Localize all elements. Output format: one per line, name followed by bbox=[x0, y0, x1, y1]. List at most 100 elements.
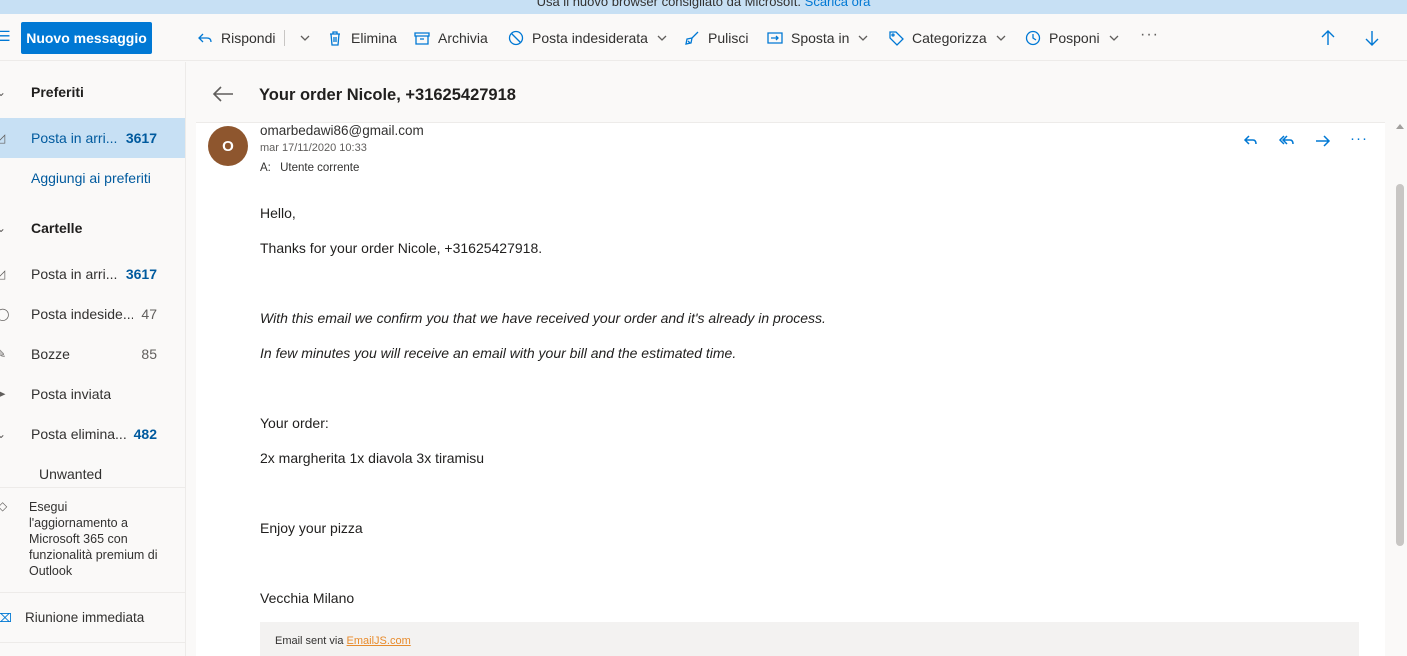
reply-options-dropdown[interactable] bbox=[291, 28, 319, 48]
reply-icon bbox=[1243, 135, 1257, 145]
email-footer: Email sent via EmailJS.com bbox=[260, 622, 1359, 656]
upgrade-promo-link[interactable]: Esegui l'aggiornamento a Microsoft 365 c… bbox=[29, 499, 159, 579]
video-icon: ⌧ bbox=[0, 611, 12, 625]
sidebar-item-unwanted[interactable]: Unwanted bbox=[0, 454, 185, 494]
sidebar-item-label: Posta indeside... bbox=[31, 306, 133, 322]
item-count: 85 bbox=[141, 346, 157, 362]
categorize-label: Categorizza bbox=[912, 30, 987, 46]
body-signature: Vecchia Milano bbox=[260, 590, 355, 606]
sidebar-item-label: Unwanted bbox=[39, 466, 103, 482]
reply-all-action-button[interactable] bbox=[1278, 132, 1296, 150]
reply-icon bbox=[198, 33, 212, 43]
sidebar-item-deleted[interactable]: ⌄ Posta elimina... 482 bbox=[0, 414, 185, 454]
chevron-down-icon bbox=[996, 35, 1006, 41]
sidebar-item-label: Posta elimina... bbox=[31, 426, 127, 442]
banner-download-link[interactable]: Scarica ora bbox=[805, 0, 871, 9]
reading-pane-scrollbar[interactable] bbox=[1393, 122, 1407, 656]
sidebar-divider bbox=[0, 642, 185, 643]
diamond-icon: ◇ bbox=[0, 499, 8, 513]
sidebar-item-inbox[interactable]: ◿ Posta in arri... 3617 bbox=[0, 254, 185, 294]
trash-icon bbox=[330, 31, 340, 46]
footer-text: Email sent via bbox=[275, 635, 344, 647]
banner-text: Usa il nuovo browser consigliato da Micr… bbox=[536, 0, 802, 9]
move-to-label: Sposta in bbox=[791, 30, 850, 46]
previous-message-button[interactable] bbox=[1318, 28, 1338, 48]
hamburger-menu-icon[interactable]: ☰ bbox=[0, 28, 11, 45]
body-thanks: Thanks for your order Nicole, +316254279… bbox=[260, 240, 543, 256]
sidebar-item-label: Posta in arri... bbox=[31, 130, 118, 146]
chevron-down-icon bbox=[657, 35, 667, 41]
message-date: mar 17/11/2020 10:33 bbox=[260, 142, 367, 154]
pencil-icon: ✎ bbox=[0, 347, 7, 361]
delete-button[interactable]: Elimina bbox=[327, 28, 397, 48]
move-to-button[interactable]: Sposta in bbox=[767, 28, 877, 48]
arrow-up-icon bbox=[1321, 30, 1335, 45]
junk-button[interactable]: Posta indesiderata bbox=[508, 28, 676, 48]
chevron-down-icon bbox=[858, 35, 868, 41]
sidebar-item-drafts[interactable]: ✎ Bozze 85 bbox=[0, 334, 185, 374]
toolbar-separator bbox=[284, 30, 285, 46]
chevron-down-icon: ⌄ bbox=[0, 221, 7, 235]
inbox-icon: ◿ bbox=[0, 267, 6, 281]
archive-button[interactable]: Archivia bbox=[414, 28, 488, 48]
archive-label: Archivia bbox=[438, 30, 488, 46]
favorites-header-label: Preferiti bbox=[31, 84, 84, 100]
trash-icon: ⌄ bbox=[0, 427, 7, 441]
broom-icon bbox=[685, 31, 699, 45]
sidebar-item-label: Bozze bbox=[31, 346, 70, 362]
meet-now-button[interactable]: Riunione immediata bbox=[25, 610, 144, 625]
favorites-header[interactable]: ⌄ Preferiti bbox=[0, 72, 185, 112]
next-message-button[interactable] bbox=[1362, 28, 1382, 48]
sender-email[interactable]: omarbedawi86@gmail.com bbox=[260, 123, 424, 138]
sidebar-item-favorite-inbox[interactable]: ◿ Posta in arri... 3617 bbox=[0, 118, 185, 158]
body-order-label: Your order: bbox=[260, 415, 329, 431]
reading-pane-header: Your order Nicole, +31625427918 bbox=[187, 62, 1407, 122]
sidebar-item-sent[interactable]: ➤ Posta inviata bbox=[0, 374, 185, 414]
sidebar-item-junk[interactable]: ◯ Posta indeside... 47 bbox=[0, 294, 185, 334]
unread-count: 3617 bbox=[125, 266, 157, 282]
sidebar-divider bbox=[0, 487, 185, 488]
categorize-button[interactable]: Categorizza bbox=[888, 28, 1015, 48]
forward-action-button[interactable] bbox=[1314, 132, 1332, 150]
tag-icon bbox=[889, 31, 904, 46]
folders-header-label: Cartelle bbox=[31, 220, 83, 236]
message-subject: Your order Nicole, +31625427918 bbox=[259, 86, 516, 104]
unread-count: 3617 bbox=[125, 130, 157, 146]
reply-button[interactable]: Rispondi bbox=[197, 28, 275, 48]
sweep-button[interactable]: Pulisci bbox=[684, 28, 748, 48]
chevron-down-icon bbox=[1109, 35, 1119, 41]
sidebar-divider bbox=[0, 592, 185, 593]
back-button[interactable] bbox=[211, 84, 235, 104]
archive-icon bbox=[414, 32, 430, 45]
body-enjoy: Enjoy your pizza bbox=[260, 520, 363, 536]
send-icon: ➤ bbox=[0, 387, 7, 401]
delete-label: Elimina bbox=[351, 30, 397, 46]
body-order-items: 2x margherita 1x diavola 3x tiramisu bbox=[260, 450, 485, 466]
command-toolbar: ☰ Nuovo messaggio Rispondi Elimina Archi… bbox=[0, 14, 1407, 61]
snooze-label: Posponi bbox=[1049, 30, 1100, 46]
footer-link[interactable]: EmailJS.com bbox=[347, 635, 411, 647]
more-message-actions-button[interactable]: ··· bbox=[1350, 130, 1368, 147]
clock-icon bbox=[1025, 30, 1041, 46]
more-actions-button[interactable]: ··· bbox=[1140, 26, 1159, 44]
avatar[interactable]: O bbox=[208, 126, 248, 166]
scroll-up-arrow-icon[interactable] bbox=[1396, 124, 1404, 129]
forward-icon bbox=[1316, 135, 1331, 147]
arrow-left-icon bbox=[212, 86, 233, 102]
to-label: A: bbox=[260, 162, 271, 174]
move-folder-icon bbox=[767, 32, 783, 44]
recipient-name[interactable]: Utente corrente bbox=[280, 162, 359, 174]
add-favorites-link[interactable]: Aggiungi ai preferiti bbox=[0, 158, 185, 198]
browser-banner: Usa il nuovo browser consigliato da Micr… bbox=[0, 0, 1407, 14]
reply-action-button[interactable] bbox=[1242, 132, 1260, 150]
new-message-button[interactable]: Nuovo messaggio bbox=[21, 22, 152, 54]
snooze-button[interactable]: Posponi bbox=[1025, 28, 1128, 48]
folders-header[interactable]: ⌄ Cartelle bbox=[0, 208, 185, 248]
item-count: 47 bbox=[141, 306, 157, 322]
add-favorites-label: Aggiungi ai preferiti bbox=[31, 170, 151, 186]
body-greeting: Hello, bbox=[260, 205, 296, 221]
reply-label: Rispondi bbox=[221, 30, 276, 46]
reply-all-icon bbox=[1278, 135, 1294, 145]
scrollbar-thumb[interactable] bbox=[1396, 184, 1404, 546]
chevron-down-icon bbox=[300, 35, 310, 41]
